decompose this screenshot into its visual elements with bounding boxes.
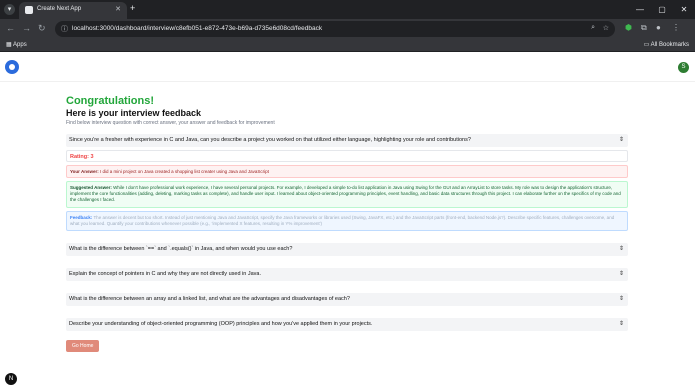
nextjs-dev-indicator-icon[interactable]: N: [5, 373, 17, 385]
tab-title: Create Next App: [37, 6, 82, 12]
question-toggle[interactable]: What is the difference between `==` and …: [66, 243, 628, 257]
suggested-answer-text: While I don't have professional work exp…: [70, 185, 621, 203]
rating-label: Rating:: [70, 154, 89, 160]
question-text: What is the difference between an array …: [69, 296, 350, 303]
browser-tab-bar: ▾ Create Next App ✕ + — ▢ ✕: [0, 0, 695, 19]
all-bookmarks-label: All Bookmarks: [650, 42, 689, 48]
chevron-updown-icon: ⇕: [618, 271, 624, 278]
all-bookmarks[interactable]: ▭ All Bookmarks: [644, 41, 689, 48]
chevron-updown-icon: ⇕: [618, 246, 624, 253]
page-subtitle: Find below interview question with corre…: [66, 120, 275, 126]
forward-icon[interactable]: →: [22, 23, 31, 33]
question-collapsed: Describe your understanding of object-or…: [66, 318, 628, 332]
your-answer-text: I did a mini project on Java created a s…: [100, 169, 269, 174]
feedback-text: The answer is decent but too short. Inst…: [70, 214, 615, 226]
tab-close-icon[interactable]: ✕: [115, 5, 121, 13]
rating-value: 3: [90, 154, 94, 160]
feedback-label: Feedback:: [70, 214, 93, 220]
extension-shield-icon[interactable]: ⬢: [625, 23, 632, 32]
congrats-heading: Congratulations!: [66, 95, 154, 107]
back-icon[interactable]: ←: [6, 23, 15, 33]
favicon-icon: [25, 6, 33, 14]
bookmark-apps-label: Apps: [13, 42, 27, 48]
minimize-icon[interactable]: —: [629, 0, 651, 19]
window-controls: — ▢ ✕: [629, 0, 695, 19]
address-bar[interactable]: ⓘ localhost:3000/dashboard/interview/c8e…: [55, 21, 615, 37]
extensions-icon[interactable]: ⧉: [641, 23, 647, 33]
question-text: What is the difference between `==` and …: [69, 246, 293, 253]
question-toggle[interactable]: Since you're a fresher with experience i…: [66, 134, 628, 147]
browser-tab[interactable]: Create Next App ✕: [19, 2, 127, 19]
zoom-icon[interactable]: ⌕: [591, 24, 595, 32]
question-collapsed: What is the difference between an array …: [66, 293, 628, 307]
question-collapsed: Explain the concept of pointers in C and…: [66, 268, 628, 282]
chevron-updown-icon: ⇕: [618, 137, 624, 143]
go-home-button[interactable]: Go Home: [66, 340, 100, 353]
bookmarks-bar: ▦ Apps ▭ All Bookmarks: [0, 39, 695, 52]
app-logo-icon[interactable]: [5, 60, 19, 74]
suggested-answer-box: Suggested Answer: While I don't have pro…: [66, 181, 628, 208]
browser-toolbar: ← → ↻ ⓘ localhost:3000/dashboard/intervi…: [0, 19, 695, 39]
feedback-content: Congratulations! Here is your interview …: [66, 95, 628, 353]
feedback-box: Feedback: The answer is decent but too s…: [66, 210, 628, 232]
reload-icon[interactable]: ↻: [38, 23, 46, 34]
chevron-updown-icon: ⇕: [618, 296, 624, 303]
question-toggle[interactable]: What is the difference between an array …: [66, 293, 628, 307]
question-expanded: Since you're a fresher with experience i…: [66, 134, 628, 232]
tab-search-icon[interactable]: ▾: [4, 4, 15, 15]
maximize-icon[interactable]: ▢: [651, 0, 673, 19]
close-window-icon[interactable]: ✕: [673, 0, 695, 19]
page-title: Here is your interview feedback: [66, 108, 202, 118]
question-collapsed: What is the difference between `==` and …: [66, 243, 628, 257]
profile-icon[interactable]: ●: [656, 23, 661, 32]
suggested-answer-label: Suggested Answer:: [70, 185, 112, 190]
new-tab-icon[interactable]: +: [130, 3, 135, 13]
question-text: Since you're a fresher with experience i…: [69, 137, 471, 143]
avatar[interactable]: S: [678, 62, 689, 73]
your-answer-label: Your Answer:: [70, 169, 99, 174]
app-header: S: [0, 52, 695, 82]
question-text: Describe your understanding of object-or…: [69, 321, 373, 328]
menu-icon[interactable]: ⋮: [672, 23, 680, 32]
rating-box: Rating: 3: [66, 150, 628, 162]
bookmark-apps[interactable]: ▦ Apps: [6, 41, 27, 48]
your-answer-box: Your Answer: I did a mini project on Jav…: [66, 165, 628, 178]
chevron-updown-icon: ⇕: [618, 321, 624, 328]
question-toggle[interactable]: Explain the concept of pointers in C and…: [66, 268, 628, 282]
bookmark-star-icon[interactable]: ☆: [603, 24, 609, 32]
question-text: Explain the concept of pointers in C and…: [69, 271, 261, 278]
url-text[interactable]: localhost:3000/dashboard/interview/c8efb…: [72, 25, 322, 32]
question-toggle[interactable]: Describe your understanding of object-or…: [66, 318, 628, 332]
site-info-icon[interactable]: ⓘ: [61, 24, 68, 34]
